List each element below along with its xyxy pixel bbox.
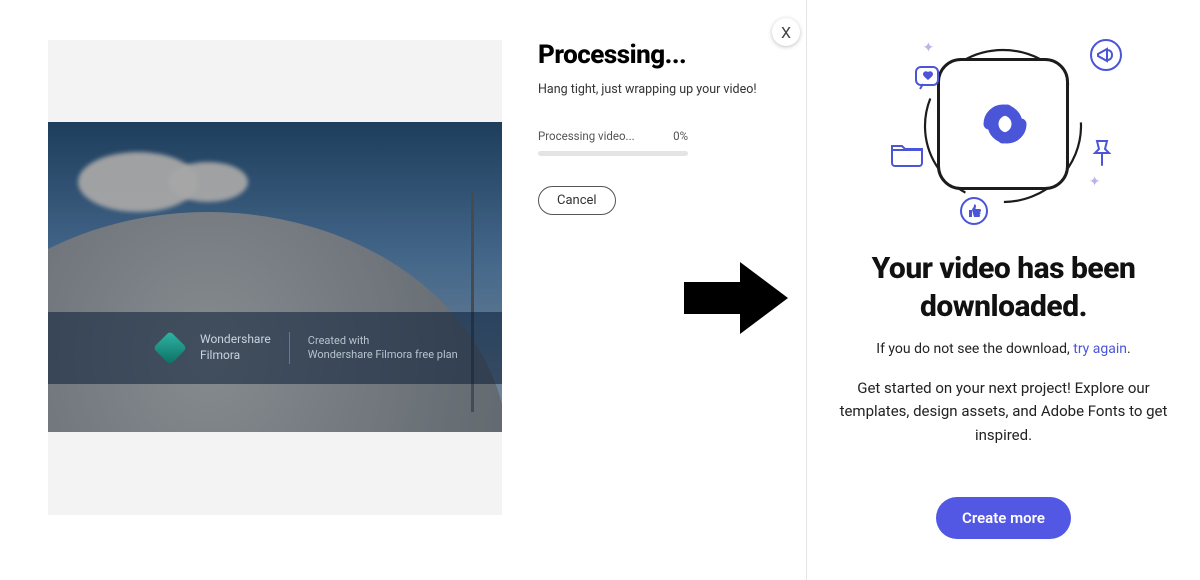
- watermark-caption-line1: Created with: [308, 334, 458, 348]
- retry-prefix: If you do not see the download,: [876, 341, 1073, 357]
- download-illustration: ✦ ✦: [889, 30, 1119, 220]
- watermark-caption-line2: Wondershare Filmora free plan: [308, 348, 458, 362]
- watermark-brand-line2: Filmora: [200, 348, 271, 364]
- dark-overlay: [48, 122, 502, 432]
- sparkle-icon: ✦: [923, 40, 935, 56]
- watermark-separator: [289, 332, 290, 364]
- create-more-button[interactable]: Create more: [936, 497, 1071, 539]
- download-body-text: Get started on your next project! Explor…: [827, 377, 1180, 447]
- arrow-icon: [684, 262, 788, 338]
- processing-title: Processing...: [538, 40, 778, 70]
- processing-subtitle: Hang tight, just wrapping up your video!: [538, 82, 778, 97]
- megaphone-icon: [1089, 38, 1123, 72]
- watermark-brand: Wondershare Filmora: [200, 332, 271, 363]
- video-thumbnail: Wondershare Filmora Created with Wonders…: [48, 122, 502, 432]
- filmora-logo-icon: [153, 331, 187, 365]
- close-button[interactable]: X: [772, 18, 800, 46]
- like-bubble-icon: [913, 64, 943, 94]
- watermark-caption: Created with Wondershare Filmora free pl…: [308, 334, 458, 363]
- video-preview-container: Wondershare Filmora Created with Wonders…: [48, 40, 502, 515]
- folder-icon: [889, 138, 925, 168]
- download-complete-panel: ✦ ✦ Your video has been downloaded. If y…: [806, 0, 1200, 580]
- processing-panel: Wondershare Filmora Created with Wonders…: [0, 0, 800, 580]
- watermark-brand-line1: Wondershare: [200, 332, 271, 348]
- progress-bar: [538, 151, 688, 156]
- download-complete-title: Your video has been downloaded.: [827, 250, 1180, 325]
- pushpin-icon: [1089, 138, 1115, 168]
- download-retry-text: If you do not see the download, try agai…: [827, 341, 1180, 357]
- creative-cloud-icon: [967, 86, 1043, 162]
- sparkle-icon: ✦: [1089, 174, 1101, 190]
- watermark-overlay: Wondershare Filmora Created with Wonders…: [48, 312, 502, 384]
- progress-row: Processing video... 0%: [538, 129, 688, 143]
- progress-label: Processing video...: [538, 129, 635, 143]
- retry-suffix: .: [1127, 341, 1131, 357]
- try-again-link[interactable]: try again: [1073, 341, 1127, 357]
- progress-percent: 0%: [673, 129, 688, 143]
- cancel-button[interactable]: Cancel: [538, 186, 616, 215]
- thumbs-up-icon: [959, 196, 989, 226]
- processing-status-column: Processing... Hang tight, just wrapping …: [538, 40, 778, 215]
